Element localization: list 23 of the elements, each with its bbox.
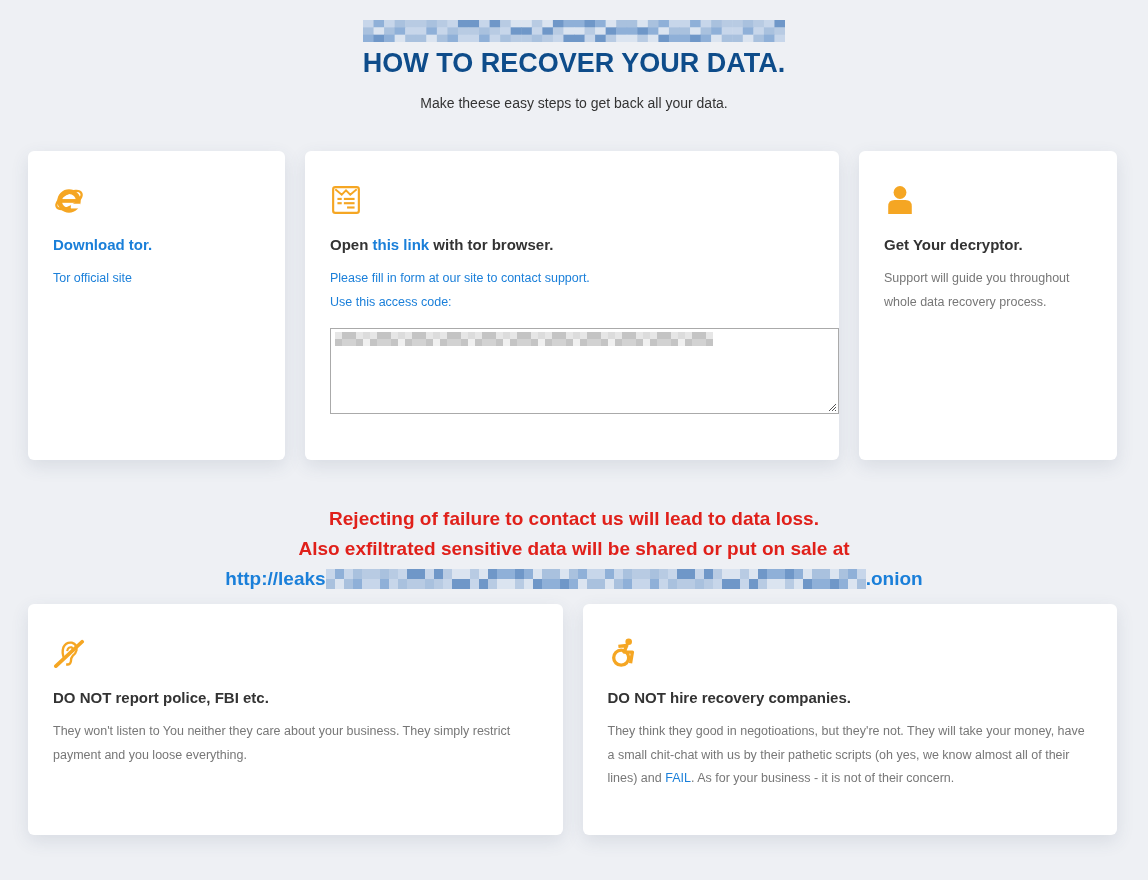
access-code-field[interactable] (330, 328, 839, 414)
warning-text: Rejecting of failure to contact us will lead to data loss. (329, 507, 819, 531)
page-title: HOW TO RECOVER YOUR DATA. (362, 48, 786, 79)
card-text: They think they good in negotioations, but they're not. They will take your money, have a small chit-chat with us by their pathetic scripts (oh yes, we know almost all of their lines) and FAIL. As for your business - it is not of their concern. (607, 723, 1086, 787)
card-title: DO NOT report police, FBI etc. (53, 688, 269, 708)
document-icon (330, 185, 362, 215)
link[interactable]: Use this access code: (330, 290, 452, 314)
link[interactable]: http://leaks (225, 564, 326, 594)
card-title: DO NOT hire recovery companies. (607, 688, 851, 708)
link[interactable]: FAIL (665, 771, 691, 785)
warning-text: Also exfiltrated sensitive data will be shared or put on sale at (298, 537, 850, 561)
card-title: Open this link with tor browser. (330, 235, 554, 255)
link[interactable]: this link (372, 236, 430, 253)
subtitle: Make theese easy steps to get back all your data. (420, 95, 728, 111)
link[interactable]: Download tor. (53, 235, 153, 255)
resize-handle-icon[interactable] (827, 402, 837, 412)
link[interactable]: Tor official site (53, 267, 132, 291)
hearing-impaired-icon (53, 638, 85, 668)
card-text: Support will guide you throughout whole data recovery process. (884, 270, 1071, 311)
card-title: Get Your decryptor. (884, 235, 1023, 255)
card-text: They won't listen to You neither they care about your business. They simply restrict payment and you loose everything. (53, 723, 512, 764)
link[interactable]: .onion (865, 564, 923, 594)
link[interactable]: Please fill in form at our site to contact support. (330, 267, 590, 291)
